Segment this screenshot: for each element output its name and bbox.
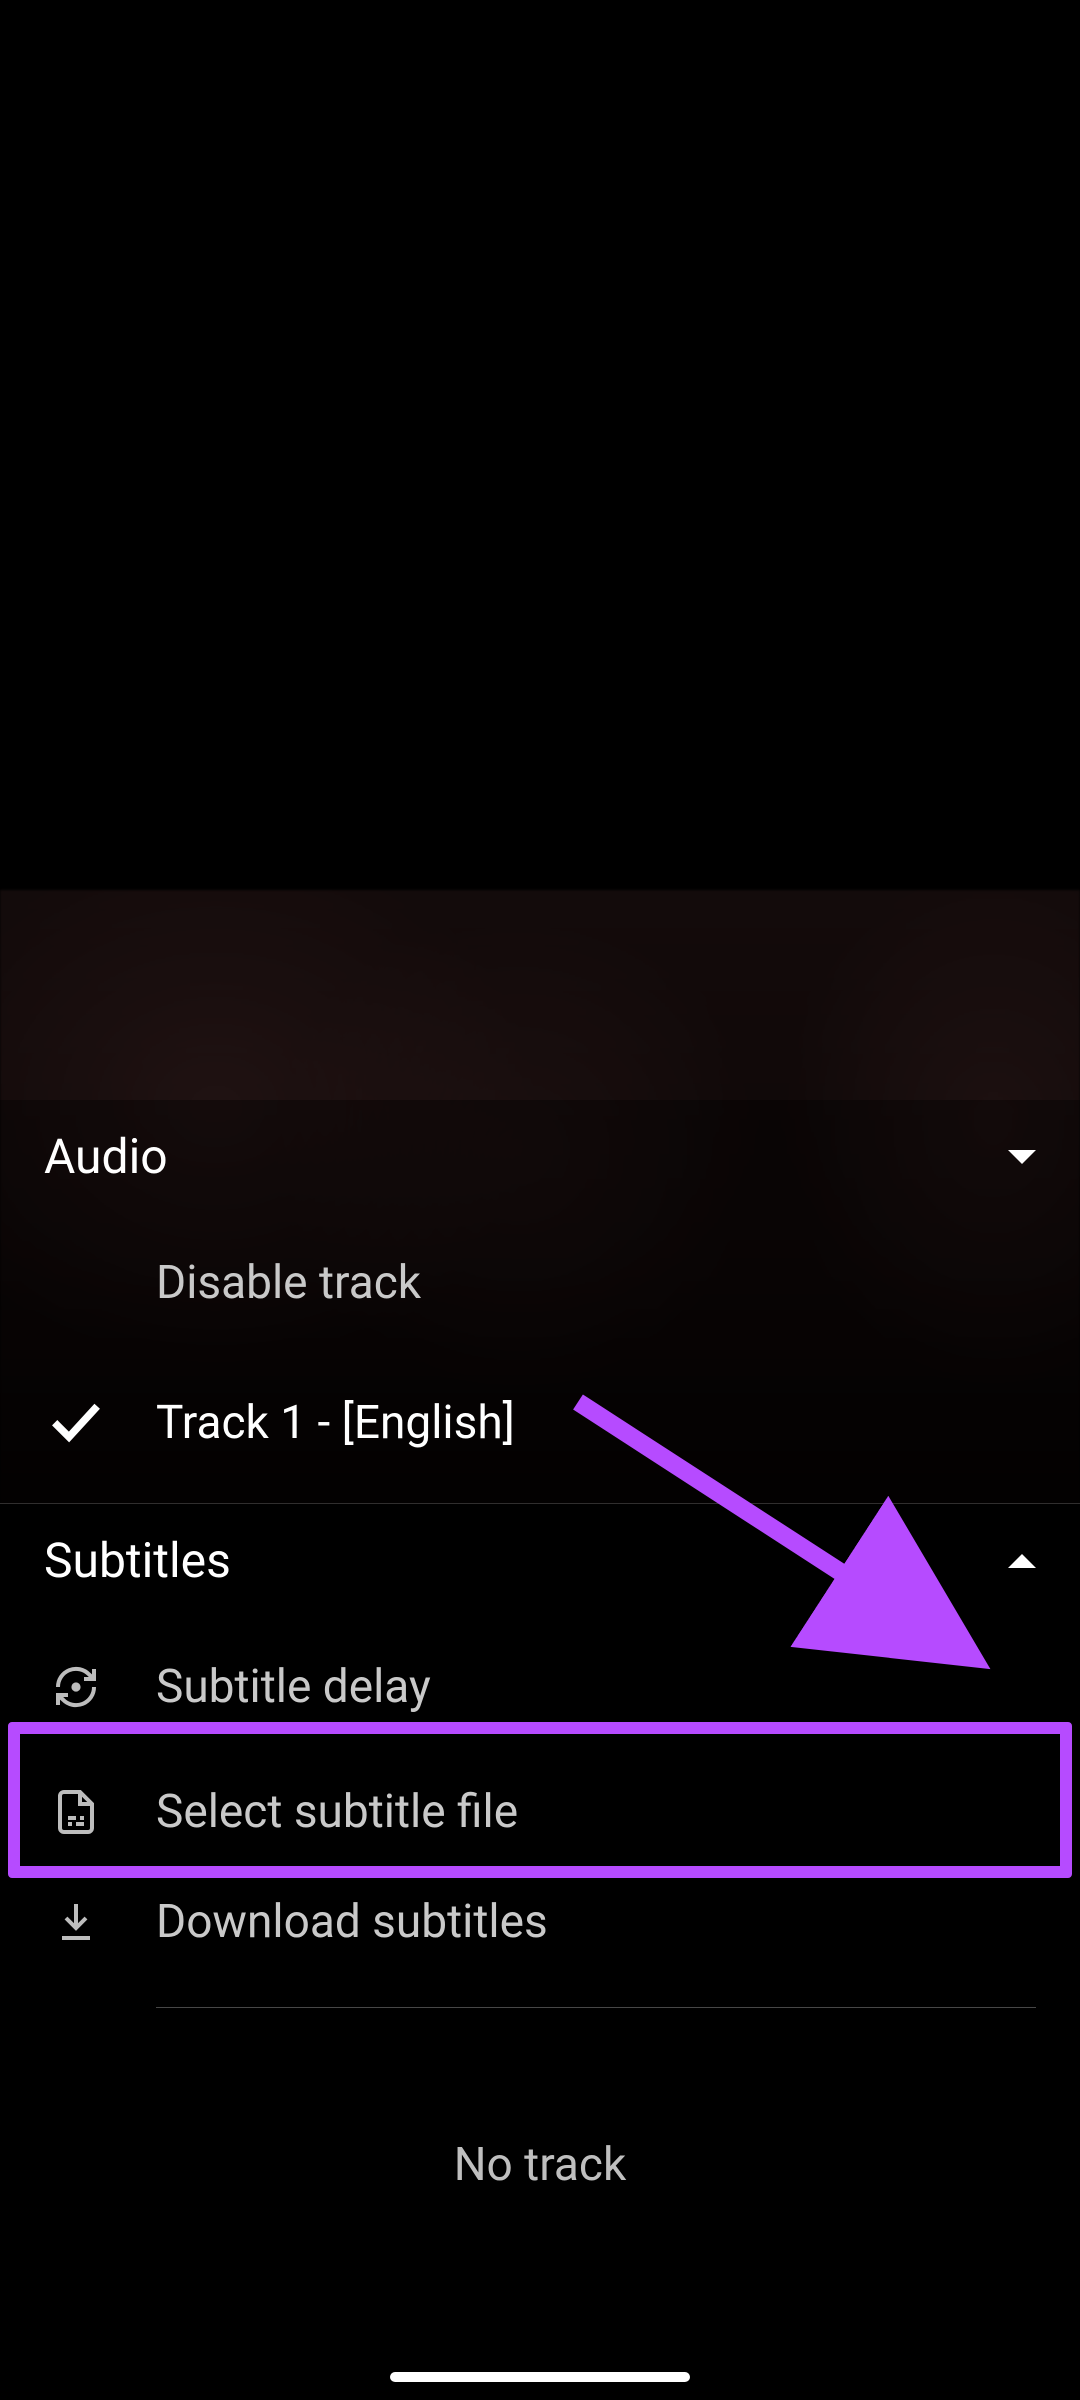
audio-option-track1-label: Track 1 - [English]: [156, 1396, 515, 1450]
audio-section-header[interactable]: Audio: [0, 1100, 1080, 1213]
subtitles-section-header[interactable]: Subtitles: [0, 1504, 1080, 1617]
select-subtitle-file-row[interactable]: Select subtitle file: [0, 1757, 1080, 1867]
audio-option-disable[interactable]: Disable track: [0, 1213, 1080, 1353]
chevron-up-icon: [1008, 1554, 1036, 1568]
chevron-down-icon: [1008, 1150, 1036, 1164]
download-subtitles-label: Download subtitles: [156, 1895, 548, 1949]
download-icon: [44, 1890, 108, 1954]
select-subtitle-file-label: Select subtitle file: [156, 1785, 518, 1839]
audio-option-track1[interactable]: Track 1 - [English]: [0, 1353, 1080, 1493]
home-indicator: [390, 2372, 690, 2382]
audio-section-title: Audio: [44, 1128, 168, 1185]
subtitles-section-title: Subtitles: [44, 1532, 231, 1589]
subtitle-delay-label: Subtitle delay: [156, 1660, 431, 1714]
sync-icon: [44, 1655, 108, 1719]
subtitles-current-track: No track: [0, 2138, 1080, 2192]
subtitle-delay-row[interactable]: Subtitle delay: [0, 1617, 1080, 1757]
subtitles-divider: [156, 2007, 1036, 2008]
audio-option-disable-label: Disable track: [156, 1256, 421, 1310]
check-icon: [44, 1391, 108, 1455]
file-text-icon: [44, 1780, 108, 1844]
tracks-bottom-sheet: Audio Disable track Track 1 - [English] …: [0, 1100, 1080, 2400]
download-subtitles-row[interactable]: Download subtitles: [0, 1867, 1080, 1977]
